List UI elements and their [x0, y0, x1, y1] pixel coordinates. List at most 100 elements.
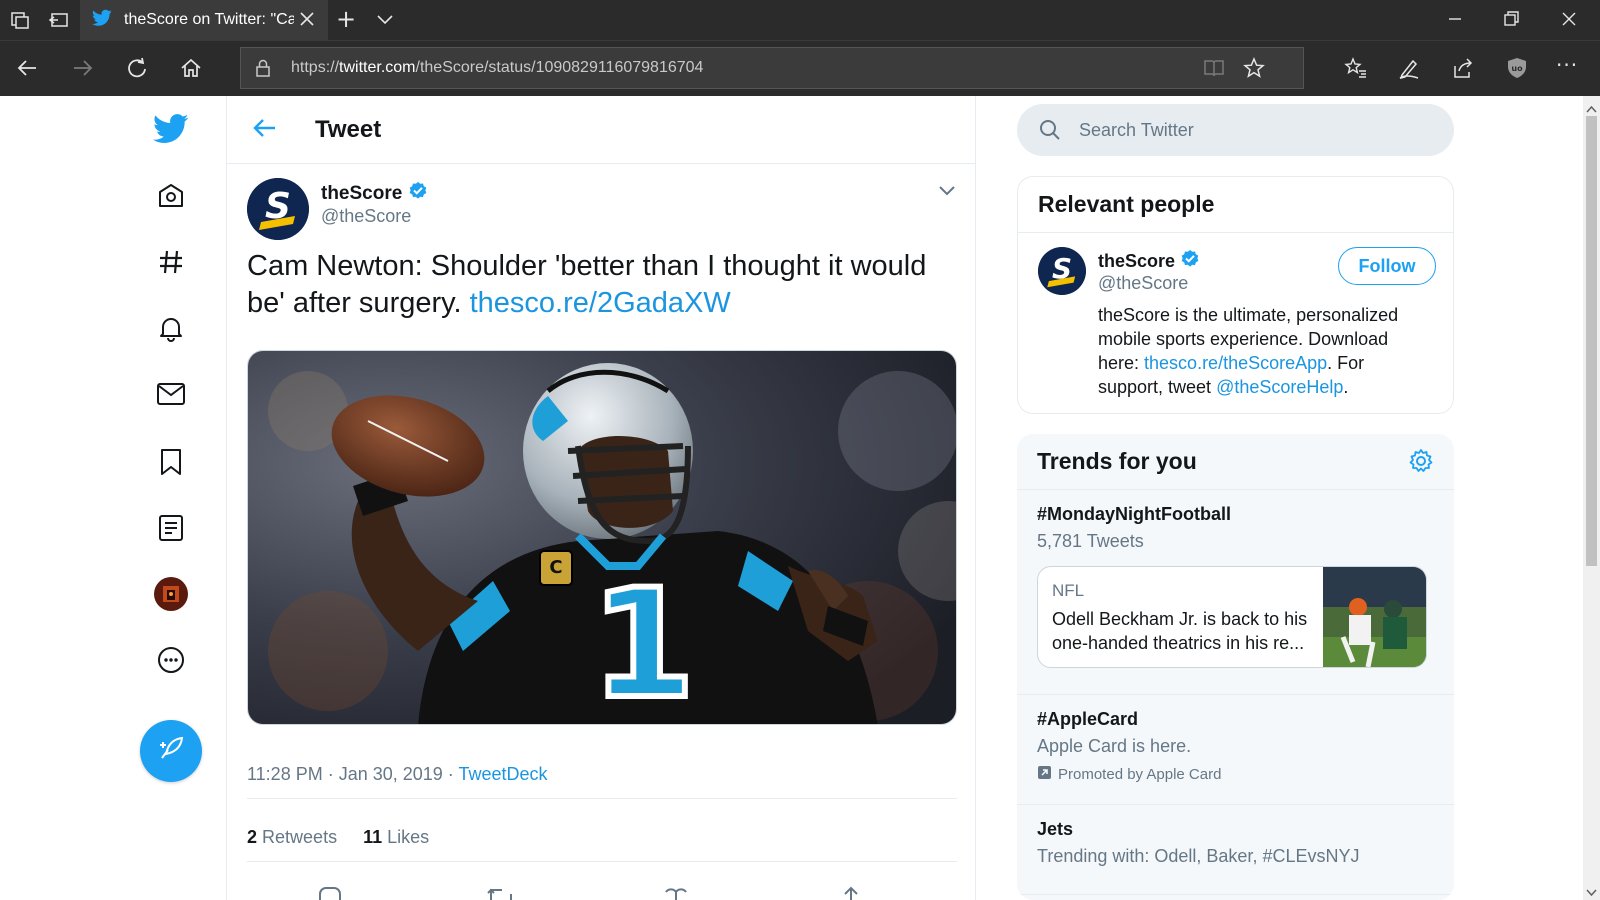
verified-badge-icon: [408, 181, 428, 207]
trends-settings-gear-icon[interactable]: [1408, 448, 1434, 480]
relevant-person-name-text: theScore: [1098, 251, 1176, 271]
bookmarks-icon[interactable]: [150, 441, 192, 483]
tweet-stats: 2 Retweets 11 Likes: [247, 827, 429, 848]
relevant-person-name[interactable]: theScore: [1098, 249, 1200, 274]
address-bar[interactable]: https://twitter.com/theScore/status/1090…: [240, 47, 1304, 89]
home-nav-icon[interactable]: [150, 175, 192, 217]
search-twitter-input[interactable]: Search Twitter: [1017, 104, 1454, 156]
browser-titlebar: theScore on Twitter: "Ca +: [0, 0, 1600, 40]
browser-toolbar: https://twitter.com/theScore/status/1090…: [0, 40, 1600, 96]
relevant-person-bio: theScore is the ultimate, personalized m…: [1098, 305, 1399, 397]
svg-text:S: S: [265, 186, 291, 227]
page-scrollbar[interactable]: [1583, 96, 1600, 900]
more-menu-icon[interactable]: ···: [1556, 55, 1578, 75]
scrollbar-thumb[interactable]: [1586, 116, 1597, 566]
trend-name: #MondayNightFootball: [1037, 504, 1231, 524]
relevant-people-panel: Relevant people S theScore @theScore Fol…: [1017, 176, 1454, 414]
like-heart-icon[interactable]: [663, 886, 689, 900]
tweet-author-name-text: theScore: [321, 183, 403, 204]
divider: [247, 798, 957, 799]
main-header: Tweet: [227, 96, 976, 164]
left-navigation: [0, 96, 227, 900]
close-tab-icon[interactable]: [298, 10, 316, 31]
news-thumbnail-image: [1323, 567, 1426, 667]
trends-title-row: Trends for you: [1017, 434, 1454, 490]
compose-feather-icon: [156, 734, 186, 769]
tweet-author-handle[interactable]: @theScore: [321, 206, 411, 227]
more-options-icon[interactable]: [150, 639, 192, 681]
restore-window-icon[interactable]: [1502, 10, 1520, 31]
divider: [247, 861, 957, 862]
trend-description: Trending with: Odell, Baker, #CLEvsNYJ: [1037, 846, 1360, 866]
svg-text:uo: uo: [1511, 64, 1523, 73]
profile-avatar-icon[interactable]: [150, 573, 192, 615]
trend-description: Apple Card is here.: [1037, 736, 1192, 756]
set-aside-tabs-icon[interactable]: [48, 10, 70, 33]
web-notes-pen-icon[interactable]: [1398, 57, 1420, 82]
tweet-media-image[interactable]: C 1: [247, 350, 957, 725]
refresh-icon[interactable]: [126, 57, 148, 82]
scroll-down-arrow-icon[interactable]: [1586, 884, 1597, 900]
bio-app-link[interactable]: thesco.re/theScoreApp: [1144, 353, 1327, 373]
reply-icon[interactable]: [317, 886, 343, 900]
relevant-person-avatar[interactable]: S: [1038, 247, 1086, 295]
promoted-text: Promoted by Apple Card: [1058, 766, 1222, 783]
back-icon[interactable]: [16, 57, 38, 82]
browser-tab-title: theScore on Twitter: "Ca: [124, 11, 294, 28]
twitter-logo-icon[interactable]: [150, 108, 192, 150]
follow-button[interactable]: Follow: [1338, 247, 1436, 285]
share-icon[interactable]: [1452, 57, 1474, 82]
likes-count-link[interactable]: 11 Likes: [363, 827, 429, 848]
tab-actions-icon[interactable]: [10, 10, 30, 33]
news-category: NFL: [1052, 581, 1085, 600]
tab-list-chevron-icon[interactable]: [376, 10, 394, 31]
tweet-author-avatar[interactable]: S: [247, 178, 309, 240]
trend-item[interactable]: Jets Trending with: Odell, Baker, #CLEvs…: [1017, 805, 1454, 895]
url-text: https://twitter.com/theScore/status/1090…: [291, 59, 704, 76]
forward-icon[interactable]: [72, 57, 94, 82]
close-window-icon[interactable]: [1560, 10, 1578, 31]
tweet-meta: 11:28 PM · Jan 30, 2019 · TweetDeck: [247, 764, 548, 785]
browser-tab-active[interactable]: theScore on Twitter: "Ca: [80, 0, 328, 40]
trends-title: Trends for you: [1037, 448, 1197, 474]
relevant-people-title: Relevant people: [1018, 177, 1453, 233]
new-tab-button[interactable]: +: [336, 7, 356, 31]
minimize-window-icon[interactable]: [1446, 10, 1464, 31]
back-arrow-icon: [253, 117, 277, 144]
search-placeholder: Search Twitter: [1079, 119, 1194, 140]
lists-icon[interactable]: [150, 507, 192, 549]
trend-tweet-count: 5,781 Tweets: [1037, 531, 1144, 551]
favorite-star-icon[interactable]: [1243, 57, 1265, 84]
twitter-favicon-icon: [92, 9, 112, 32]
home-icon[interactable]: [180, 57, 202, 82]
tweet-source-link[interactable]: TweetDeck: [458, 764, 547, 784]
messages-envelope-icon[interactable]: [150, 373, 192, 415]
main-column: Tweet S theScore @theScore Cam Newton: S…: [227, 96, 976, 900]
search-icon: [1039, 119, 1061, 141]
news-headline: Odell Beckham Jr. is back to his one-han…: [1052, 609, 1308, 653]
trend-item[interactable]: #MondayNightFootball 5,781 Tweets NFL Od…: [1017, 490, 1454, 695]
promoted-icon: [1037, 765, 1052, 784]
explore-hashtag-icon[interactable]: [150, 241, 192, 283]
tweet-author-name[interactable]: theScore: [321, 181, 428, 207]
tweet-link[interactable]: thesco.re/2GadaXW: [470, 287, 731, 319]
bio-help-link[interactable]: @theScoreHelp: [1216, 377, 1343, 397]
tweet-options-chevron-icon[interactable]: [937, 180, 961, 204]
compose-tweet-button[interactable]: [140, 720, 202, 782]
back-arrow-button[interactable]: [247, 112, 283, 148]
tweet-text: Cam Newton: Shoulder 'better than I thou…: [247, 248, 947, 322]
ublock-shield-icon[interactable]: uo: [1506, 57, 1528, 82]
retweets-count-link[interactable]: 2 Retweets: [247, 827, 337, 848]
trend-item[interactable]: #AppleCard Apple Card is here. Promoted …: [1017, 695, 1454, 805]
favorites-hub-icon[interactable]: [1344, 57, 1368, 82]
svg-text:C: C: [549, 557, 562, 578]
tweet-timestamp[interactable]: 11:28 PM · Jan 30, 2019 ·: [247, 764, 458, 784]
notifications-bell-icon[interactable]: [150, 307, 192, 349]
retweet-icon[interactable]: [487, 886, 515, 900]
trend-name: Jets: [1037, 819, 1074, 839]
relevant-person-handle[interactable]: @theScore: [1098, 273, 1188, 294]
trend-news-card[interactable]: NFL Odell Beckham Jr. is back to his one…: [1037, 566, 1427, 668]
reading-view-icon[interactable]: [1203, 58, 1225, 83]
share-tweet-icon[interactable]: [839, 886, 863, 900]
promoted-label: Promoted by Apple Card: [1037, 765, 1434, 784]
